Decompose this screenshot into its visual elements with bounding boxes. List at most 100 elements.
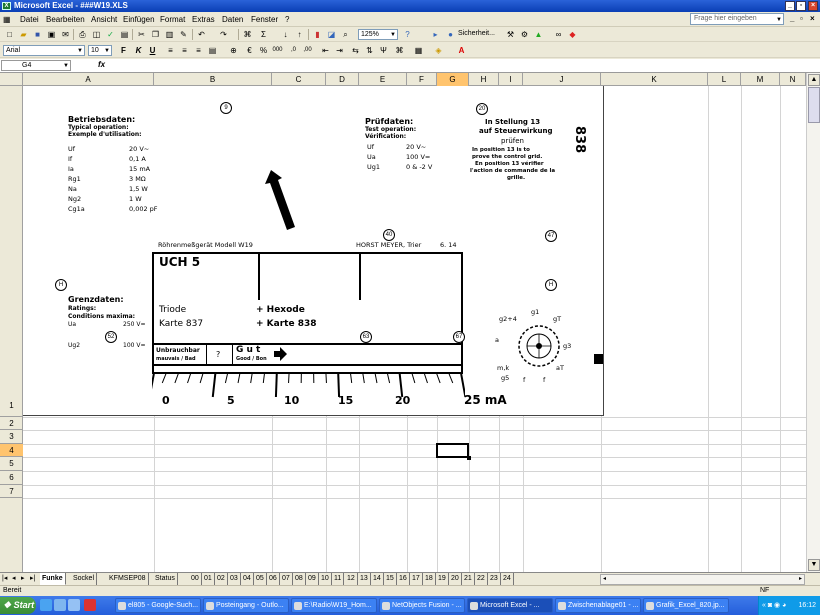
minimize-button[interactable]: _	[785, 1, 795, 11]
font-combo[interactable]: Arial ▼	[3, 45, 85, 56]
drawing-icon[interactable]: ◪	[326, 29, 337, 40]
sheet-tab[interactable]: 12	[345, 573, 358, 585]
thousands-icon[interactable]: 000	[272, 45, 283, 56]
sheet-tab[interactable]: 04	[241, 573, 254, 585]
toolbar-icon-a[interactable]: ⇆	[350, 45, 361, 56]
menu-datei[interactable]: Datei	[20, 15, 39, 24]
select-all-corner[interactable]	[0, 73, 23, 86]
format-painter-icon[interactable]: ✎	[178, 29, 189, 40]
scroll-up-icon[interactable]: ▲	[808, 74, 820, 86]
row-header[interactable]: 5	[0, 457, 23, 471]
doc-restore-button[interactable]: ▫	[800, 14, 803, 23]
column-header[interactable]: L	[708, 73, 741, 86]
redo-icon[interactable]: ↷	[218, 29, 229, 40]
italic-button[interactable]: K	[133, 45, 144, 56]
task-button[interactable]: Posteingang - Outlo...	[203, 598, 289, 613]
menu-fenster[interactable]: Fenster	[251, 15, 278, 24]
scroll-down-icon[interactable]: ▼	[808, 559, 820, 571]
tools-icon[interactable]: ⚒	[505, 29, 516, 40]
column-header[interactable]: E	[359, 73, 407, 86]
horizontal-scrollbar[interactable]: ◂ ▸	[600, 574, 805, 585]
app-launch-icon[interactable]	[84, 599, 96, 611]
email-icon[interactable]: ✉	[60, 29, 71, 40]
bold-button[interactable]: F	[118, 45, 129, 56]
doc-close-button[interactable]: ×	[810, 14, 815, 23]
sheet-tab[interactable]: Status	[153, 573, 178, 585]
decrease-decimal-icon[interactable]: ,00	[302, 45, 313, 56]
font-color-icon[interactable]: A	[456, 45, 467, 56]
diamond-icon[interactable]: ◆	[567, 29, 578, 40]
sheet-tab[interactable]: 00	[189, 573, 202, 585]
research-icon[interactable]: ▤	[119, 29, 130, 40]
selected-cell-g4[interactable]	[436, 443, 471, 460]
menu-extras[interactable]: Extras	[192, 15, 215, 24]
sort-asc-icon[interactable]: ↓	[280, 29, 291, 40]
excel-doc-icon[interactable]: ▦	[3, 15, 11, 24]
sheet-tab[interactable]: 13	[358, 573, 371, 585]
column-header[interactable]: I	[499, 73, 523, 86]
sheet-tab[interactable]: 23	[488, 573, 501, 585]
zoom-combo[interactable]: 125% ▼	[358, 29, 398, 40]
menu-help[interactable]: ?	[285, 15, 289, 24]
tools2-icon[interactable]: ⚙	[519, 29, 530, 40]
menu-einfuegen[interactable]: Einfügen	[123, 15, 155, 24]
toolbar-icon-b[interactable]: ⇅	[364, 45, 375, 56]
row-header[interactable]: 7	[0, 485, 23, 498]
print-icon[interactable]: ⎙	[77, 29, 88, 40]
hyperlink-icon[interactable]: ⌘	[242, 29, 253, 40]
scroll-left-icon[interactable]: ◂	[603, 575, 606, 582]
sheet-tab[interactable]: KFMSEP08	[107, 573, 149, 585]
decrease-indent-icon[interactable]: ⇤	[320, 45, 331, 56]
link-icon[interactable]: ∞	[553, 29, 564, 40]
sheet-tab[interactable]: 10	[319, 573, 332, 585]
sheet-tab[interactable]: 18	[423, 573, 436, 585]
column-header[interactable]: C	[272, 73, 326, 86]
column-header[interactable]: J	[523, 73, 601, 86]
sheet-tab[interactable]: 16	[397, 573, 410, 585]
column-header[interactable]: B	[154, 73, 272, 86]
currency-icon[interactable]: ⊕	[228, 45, 239, 56]
new-icon[interactable]: □	[4, 29, 15, 40]
align-right-icon[interactable]: ≡	[193, 45, 204, 56]
scroll-thumb[interactable]	[808, 87, 820, 123]
column-header[interactable]: M	[741, 73, 780, 86]
sheet-tab[interactable]: 22	[475, 573, 488, 585]
security-button[interactable]: Sicherheit...	[458, 30, 495, 37]
borders-icon[interactable]: ▦	[413, 45, 424, 56]
sheet-tab[interactable]: Sockel	[71, 573, 98, 585]
increase-decimal-icon[interactable]: ,0	[288, 45, 299, 56]
row-header[interactable]: 1	[0, 86, 23, 417]
sheet-tab[interactable]: 01	[202, 573, 215, 585]
task-button[interactable]: Microsoft Excel - ...	[467, 598, 553, 613]
doc-minimize-button[interactable]: _	[790, 14, 794, 23]
sheet-tab[interactable]: 14	[371, 573, 384, 585]
row-header[interactable]: 6	[0, 471, 23, 485]
start-button[interactable]: ❖ Start	[0, 597, 36, 614]
task-button[interactable]: NetObjects Fusion - ...	[379, 598, 465, 613]
row-header[interactable]: 2	[0, 417, 23, 430]
column-header[interactable]: G	[437, 73, 469, 86]
sheet-tab[interactable]: 07	[280, 573, 293, 585]
task-button[interactable]: el805 - Google-Such...	[115, 598, 201, 613]
sheet-tab[interactable]: 20	[449, 573, 462, 585]
security-icon[interactable]: ●	[445, 29, 456, 40]
tools3-icon[interactable]: ▲	[533, 29, 544, 40]
autosum-icon[interactable]: Σ	[258, 29, 269, 40]
fill-color-icon[interactable]: ◈	[433, 45, 444, 56]
align-center-icon[interactable]: ≡	[179, 45, 190, 56]
toolbar-icon-c[interactable]: Ψ	[378, 45, 389, 56]
sheet-tab[interactable]: 03	[228, 573, 241, 585]
sheet-tab[interactable]: 06	[267, 573, 280, 585]
sheet-tab[interactable]: 19	[436, 573, 449, 585]
chart-wizard-icon[interactable]: ▮	[312, 29, 323, 40]
underline-button[interactable]: U	[147, 45, 158, 56]
sheet-tab[interactable]: 09	[306, 573, 319, 585]
drawing-resize-handle[interactable]	[594, 354, 603, 364]
ie-icon[interactable]	[40, 599, 52, 611]
maximize-button[interactable]: ▫	[796, 1, 806, 11]
task-button[interactable]: E:\Radio\W19_Hom...	[291, 598, 377, 613]
percent-icon[interactable]: %	[258, 45, 269, 56]
name-box[interactable]: G4 ▼	[1, 60, 71, 71]
column-header[interactable]: K	[601, 73, 708, 86]
help-icon[interactable]: ?	[402, 29, 413, 40]
